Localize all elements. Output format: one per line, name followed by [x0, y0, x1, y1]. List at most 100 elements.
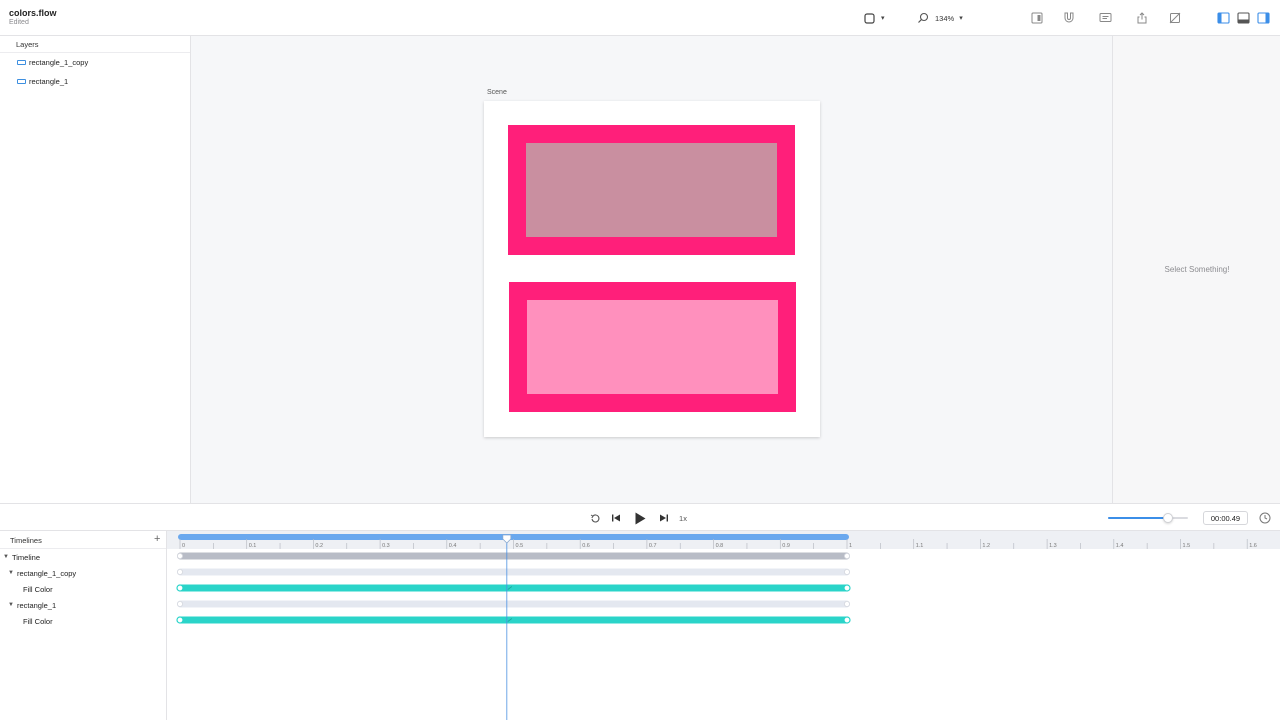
ruler-tick-label: 1.2	[982, 543, 990, 549]
zoom-control[interactable]: 134% ▾	[916, 10, 963, 26]
ruler-tick-label: 1.3	[1049, 543, 1057, 549]
disclosure-triangle-icon[interactable]: ▼	[8, 570, 14, 576]
play-icon	[635, 512, 645, 524]
scene-label: Scene	[487, 89, 507, 96]
magnet-icon	[1062, 11, 1076, 25]
toggle-bottom-panel-button[interactable]	[1236, 10, 1250, 26]
keyframe-start	[176, 616, 184, 624]
timeline-row-label: rectangle_1	[16, 600, 57, 610]
timeline-row-label: Timeline	[11, 552, 41, 562]
ruler-tick-label: 0	[182, 543, 185, 549]
ruler-tick-label: 0.5	[516, 543, 524, 549]
play-button[interactable]	[632, 511, 647, 525]
track-end-marker	[844, 601, 851, 608]
skip-forward-icon	[660, 514, 668, 522]
inspector-panel: Select Something!	[1112, 36, 1280, 503]
timeline-tracks[interactable]: 0 0.1 0.2 0.3 0.4 0.5 0.6 0.7 0.8 0.9 1 1.1 1.2 1.3 1.…	[167, 531, 1280, 720]
align-right-icon	[1030, 11, 1044, 25]
rectangle-1-copy-track	[177, 568, 850, 576]
sidebar-right-icon	[1256, 11, 1270, 25]
track-start-marker	[176, 552, 183, 559]
timeline-row-rectangle-1-copy[interactable]: ▼ rectangle_1_copy	[8, 566, 76, 580]
ruler-tick-label: 0.2	[315, 543, 323, 549]
inspector-empty-message: Select Something!	[1164, 265, 1230, 274]
timelines-header: Timelines +	[0, 531, 166, 549]
rectangle-1-track	[177, 600, 850, 608]
timeline-row-rectangle-1[interactable]: ▼ rectangle_1	[8, 598, 56, 612]
search-icon	[916, 11, 930, 25]
layer-label: rectangle_1	[29, 77, 69, 86]
timelines-title: Timelines	[10, 536, 42, 545]
track-start-marker	[176, 601, 183, 608]
layers-header: Layers	[0, 36, 190, 53]
disclosure-triangle-icon[interactable]: ▼	[8, 602, 14, 608]
ruler-tick-label: 1.6	[1249, 543, 1257, 549]
rectangle-icon	[17, 60, 26, 65]
fill-color-copy-track	[177, 584, 850, 592]
square-icon	[862, 11, 876, 25]
comment-button[interactable]	[1098, 10, 1112, 26]
timeline-row-timeline[interactable]: ▼ Timeline	[3, 550, 40, 564]
align-button[interactable]	[1030, 10, 1044, 26]
volume-fill	[1108, 517, 1168, 519]
document-status: Edited	[9, 19, 29, 26]
timeline-row-fill-color[interactable]: Fill Color	[23, 614, 53, 628]
ruler-tick-label: 1	[849, 543, 852, 549]
rectangle-1-copy-shape[interactable]	[508, 125, 795, 255]
volume-slider[interactable]	[1108, 513, 1188, 523]
layer-item-rectangle-1-copy[interactable]: rectangle_1_copy	[0, 53, 190, 72]
keyframe-end	[843, 616, 851, 624]
timeline-master-track	[177, 552, 850, 560]
skip-back-button[interactable]	[610, 511, 622, 525]
layer-item-rectangle-1[interactable]: rectangle_1	[0, 72, 190, 91]
shape-tool-picker[interactable]: ▾	[862, 10, 885, 26]
current-time-field[interactable]: 00:00.49	[1203, 511, 1248, 525]
top-toolbar: colors.flow Edited ▾ 134% ▾	[0, 0, 1280, 36]
playback-speed[interactable]: 1x	[677, 511, 689, 525]
add-timeline-button[interactable]: +	[154, 533, 160, 545]
chevron-down-icon: ▾	[881, 15, 885, 22]
timelines-panel: Timelines + ▼ Timeline ▼ rectangle_1_cop…	[0, 531, 167, 720]
track-end-marker	[844, 569, 851, 576]
volume-knob[interactable]	[1163, 513, 1173, 523]
zoom-level: 134%	[935, 13, 955, 23]
document-title: colors.flow	[9, 8, 57, 18]
clock-icon[interactable]	[1259, 512, 1271, 524]
disclosure-triangle-icon[interactable]: ▼	[3, 554, 9, 560]
ruler-tick-label: 0.6	[582, 543, 590, 549]
no-preview-icon	[1168, 11, 1182, 25]
layer-label: rectangle_1_copy	[29, 58, 89, 67]
snap-button[interactable]	[1062, 10, 1076, 26]
toggle-left-panel-button[interactable]	[1216, 10, 1230, 26]
ruler-tick-label: 0.7	[649, 543, 657, 549]
skip-forward-button[interactable]	[658, 511, 670, 525]
toggle-right-panel-button[interactable]	[1256, 10, 1270, 26]
ruler-tick-label: 0.9	[782, 543, 790, 549]
export-button[interactable]	[1135, 10, 1149, 26]
ruler-tick-label: 1.5	[1183, 543, 1191, 549]
playback-bar: 1x 00:00.49	[0, 503, 1280, 531]
preview-button[interactable]	[1168, 10, 1182, 26]
canvas[interactable]: Scene	[191, 36, 1112, 503]
panel-bottom-icon	[1236, 11, 1250, 25]
keyframe-start	[176, 584, 184, 592]
ruler-tick-label: 0.1	[249, 543, 257, 549]
skip-back-icon	[612, 514, 620, 522]
sidebar-left-icon	[1216, 11, 1230, 25]
track-end-marker	[844, 552, 851, 559]
scene-artboard[interactable]	[484, 101, 820, 437]
ruler-tick-label: 1.1	[916, 543, 924, 549]
rectangle-1-copy-fill	[526, 143, 777, 237]
timeline-row-label: rectangle_1_copy	[16, 568, 77, 578]
timeline-tracks-canvas[interactable]: 0 0.1 0.2 0.3 0.4 0.5 0.6 0.7 0.8 0.9 1 1.1 1.2 1.3 1.…	[167, 531, 1280, 720]
timeline-row-fill-color-copy[interactable]: Fill Color	[23, 582, 53, 596]
timeline-row-label: Fill Color	[23, 584, 53, 594]
ruler-tick-label: 0.8	[716, 543, 724, 549]
rectangle-1-shape[interactable]	[509, 282, 796, 412]
layers-panel: Layers rectangle_1_copy rectangle_1	[0, 36, 191, 503]
rectangle-1-fill	[527, 300, 778, 394]
loop-button[interactable]	[589, 511, 601, 525]
share-icon	[1135, 11, 1149, 25]
keyframe-end	[843, 584, 851, 592]
chevron-down-icon: ▾	[959, 15, 963, 22]
